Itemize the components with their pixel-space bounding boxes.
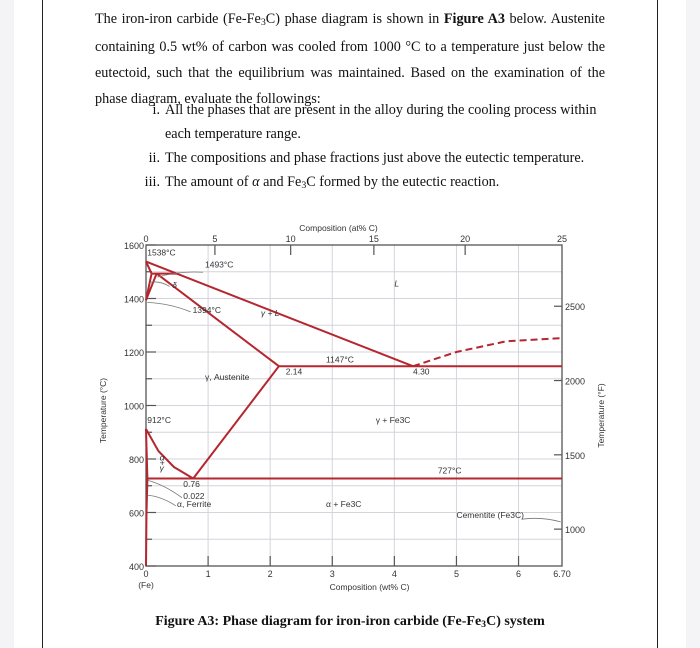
annotation-label: 2.14 <box>286 367 303 377</box>
leader-ferrite <box>147 494 177 507</box>
caption-text: C) system <box>486 614 545 629</box>
annotation-label: γ <box>160 463 165 473</box>
leader-1394 <box>147 302 191 313</box>
phase-diagram: 40060080010001200140016000 1 2 3 4 5 6 6.70(Fe)… <box>98 223 606 592</box>
annotation-label: α + Fe3C <box>326 499 361 509</box>
x-tick-label: 6 <box>516 569 521 579</box>
leader-0022 <box>147 480 183 499</box>
figure-caption: Figure A3: Phase diagram for iron-iron c… <box>0 614 700 630</box>
annotations: 1538°C 1493°C δ 1394°C γ + L L 1147°C 2.14 4.30 γ… <box>147 248 561 523</box>
x2-tick-label: 25 <box>557 234 567 244</box>
annotation-label: γ + L <box>261 308 280 318</box>
phase-line-acm-line <box>192 365 280 480</box>
annotation-label: 1538°C <box>147 248 175 258</box>
annotation-label: 912°C <box>147 415 171 425</box>
phase-line-ferrite-solvus <box>145 478 149 567</box>
annotation-label: δ <box>172 280 177 290</box>
annotation-label: α, Ferrite <box>177 499 211 509</box>
x-tick-label: 5 <box>454 569 459 579</box>
annotation-label: 0.76 <box>183 479 200 489</box>
annotation-label: 1147°C <box>326 355 354 365</box>
x2-tick-label: 10 <box>286 234 296 244</box>
annotation-label: 727°C <box>438 466 462 476</box>
y-tick-label: 600 <box>129 509 144 519</box>
x-tick-label: 2 <box>268 569 273 579</box>
y2-axis-label: Temperature (°F) <box>596 383 606 448</box>
annotation-label: 1394°C <box>193 305 221 315</box>
phase-line-a3-line <box>145 428 194 480</box>
leader-cementite <box>521 517 561 523</box>
y-tick-label: 1400 <box>124 295 144 305</box>
x-sub-label: (Fe) <box>138 580 154 590</box>
annotation-label: γ + Fe3C <box>376 415 411 425</box>
y-tick-label: 400 <box>129 562 144 572</box>
x-axis-label: Composition (wt% C) <box>330 582 410 592</box>
y2-tick-label: 2000 <box>565 377 585 387</box>
annotation-label: 1493°C <box>205 260 233 270</box>
x-tick-label: 0 <box>143 569 148 579</box>
y2-tick-label: 1500 <box>565 451 585 461</box>
y2-tick-label: 2500 <box>565 302 585 312</box>
x2-tick-label: 5 <box>212 234 217 244</box>
x-tick-label: 4 <box>392 569 397 579</box>
x2-tick-label: 15 <box>369 234 379 244</box>
annotation-label: 4.30 <box>413 367 430 377</box>
subscript: 3 <box>481 619 487 631</box>
x2-tick-label: 20 <box>460 234 470 244</box>
annotation-label: L <box>394 278 399 288</box>
y-tick-label: 1000 <box>124 402 144 412</box>
tick-labels: 40060080010001200140016000 1 2 3 4 5 6 6.70(Fe)… <box>98 223 606 592</box>
phase-line-alpha-gamma-boundary <box>145 428 149 479</box>
annotation-label: γ, Austenite <box>205 372 250 382</box>
y-tick-label: 1200 <box>124 348 144 358</box>
x2-tick-label: 0 <box>143 234 148 244</box>
y-tick-label: 1600 <box>124 241 144 251</box>
x-tick-label: 6.70 <box>553 569 571 579</box>
annotation-label: Cementite (Fe3C) <box>456 510 524 520</box>
y2-tick-label: 1000 <box>565 525 585 535</box>
x-tick-label: 3 <box>330 569 335 579</box>
y-axis-label: Temperature (°C) <box>98 378 108 443</box>
y-tick-label: 800 <box>129 455 144 465</box>
x2-axis-label: Composition (at% C) <box>299 223 378 233</box>
x-tick-label: 1 <box>206 569 211 579</box>
caption-text: Figure A3: Phase diagram for iron-iron c… <box>155 614 482 629</box>
